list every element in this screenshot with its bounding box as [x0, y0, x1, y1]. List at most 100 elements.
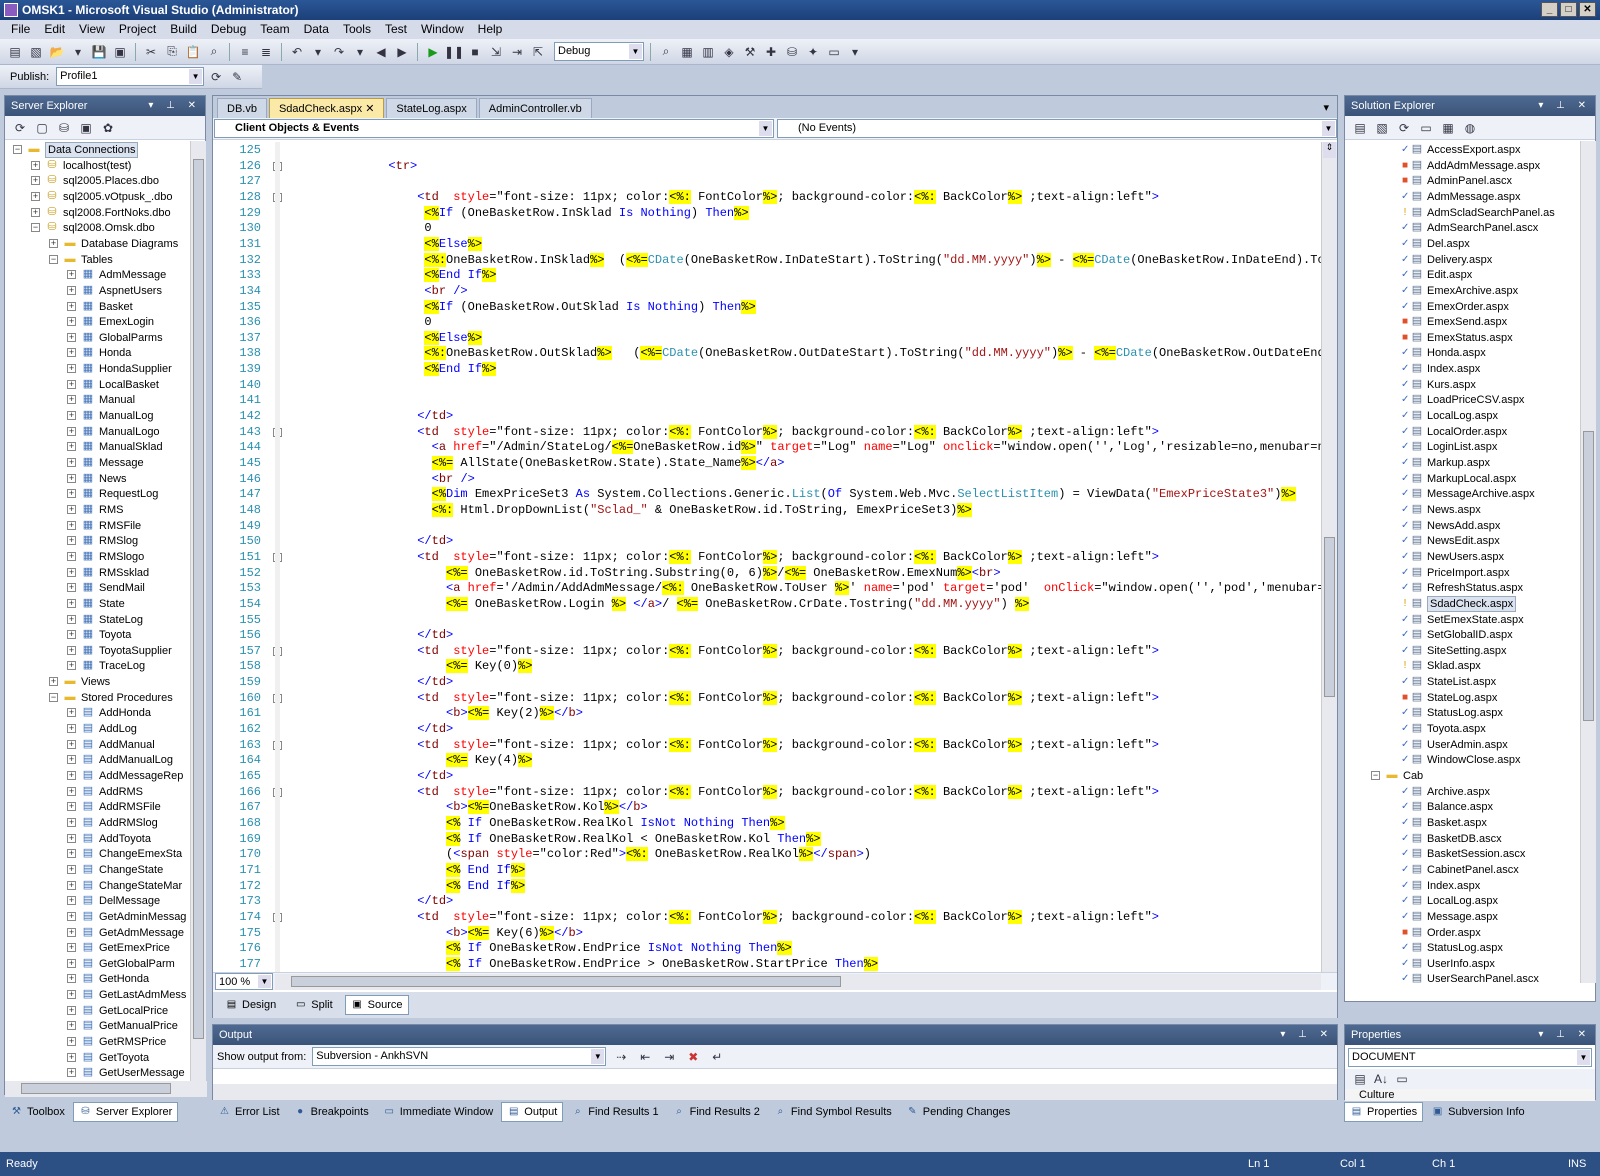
solution-item[interactable]: ✓ ▤ LocalLog.aspx: [1345, 893, 1579, 909]
expand-collapse-icon[interactable]: +: [67, 442, 76, 452]
tree-item[interactable]: + ▦ RMSFile: [5, 518, 191, 534]
tree-item[interactable]: + ▦ ManualSklad: [5, 439, 191, 455]
expand-collapse-icon[interactable]: +: [67, 755, 76, 765]
menu-file[interactable]: File: [4, 20, 37, 39]
expand-collapse-icon[interactable]: +: [67, 395, 76, 405]
tree-item[interactable]: + ▦ Honda: [5, 345, 191, 361]
solution-item[interactable]: ✓ ▤ NewsEdit.aspx: [1345, 533, 1579, 549]
tree-item[interactable]: + ▦ TraceLog: [5, 658, 191, 674]
step-out-icon[interactable]: ⇱: [529, 43, 547, 61]
expand-collapse-icon[interactable]: +: [67, 724, 76, 734]
tree-item[interactable]: + ⛁ localhost(test): [5, 158, 191, 174]
expand-collapse-icon[interactable]: +: [67, 786, 76, 796]
solution-item[interactable]: ✓ ▤ SiteSetting.aspx: [1345, 643, 1579, 659]
panel-pin-close-icons[interactable]: ▾ ⊥ ✕: [148, 96, 201, 116]
pause-icon[interactable]: ❚❚: [444, 43, 464, 61]
solution-item[interactable]: ✓ ▤ LocalLog.aspx: [1345, 408, 1579, 424]
solution-item[interactable]: ✓ ▤ Archive.aspx: [1345, 784, 1579, 800]
solution-explorer-icon[interactable]: ▦: [678, 43, 696, 61]
code-vertical-scrollbar[interactable]: ⇕: [1321, 142, 1337, 972]
expand-collapse-icon[interactable]: +: [67, 880, 76, 890]
find-icon[interactable]: ⌕: [205, 43, 223, 61]
solution-item[interactable]: ✓ ▤ EmexOrder.aspx: [1345, 299, 1579, 315]
expand-collapse-icon[interactable]: +: [67, 551, 76, 561]
tree-item[interactable]: + ⛁ sql2005.vOtpusk_.dbo: [5, 189, 191, 205]
go-to-location-icon[interactable]: ⇢: [612, 1048, 630, 1066]
expand-collapse-icon[interactable]: −: [1371, 771, 1380, 780]
tree-item[interactable]: + ▦ HondaSupplier: [5, 361, 191, 377]
expand-collapse-icon[interactable]: +: [67, 458, 76, 467]
menu-debug[interactable]: Debug: [204, 20, 253, 39]
solution-item[interactable]: ✓ ▤ WindowClose.aspx: [1345, 752, 1579, 768]
expand-collapse-icon[interactable]: +: [31, 176, 40, 186]
expand-collapse-icon[interactable]: +: [67, 614, 76, 624]
tree-item[interactable]: + ⛁ sql2008.FortNoks.dbo: [5, 205, 191, 221]
expand-collapse-icon[interactable]: +: [67, 974, 76, 984]
tree-item[interactable]: + ▬ Database Diagrams: [5, 236, 191, 252]
solution-item[interactable]: ✓ ▤ Del.aspx: [1345, 236, 1579, 252]
expand-collapse-icon[interactable]: +: [67, 1005, 76, 1015]
open-file-icon[interactable]: 📂: [48, 43, 66, 61]
expand-collapse-icon[interactable]: −: [31, 223, 40, 233]
find-in-files-icon[interactable]: ⌕: [657, 43, 675, 61]
alphabetical-icon[interactable]: A↓: [1372, 1070, 1390, 1088]
object-browser-icon[interactable]: ◈: [720, 43, 738, 61]
solution-item[interactable]: ✓ ▤ MessageArchive.aspx: [1345, 486, 1579, 502]
save-all-icon[interactable]: ▣: [111, 43, 129, 61]
toolbar-options-icon[interactable]: ▾: [846, 43, 864, 61]
start-debugging-icon[interactable]: ▶: [424, 43, 442, 61]
menu-help[interactable]: Help: [471, 20, 510, 39]
expand-collapse-icon[interactable]: +: [67, 598, 76, 608]
expand-collapse-icon[interactable]: +: [67, 520, 76, 530]
clear-all-icon[interactable]: ✖: [684, 1048, 702, 1066]
previous-message-icon[interactable]: ⇤: [636, 1048, 654, 1066]
menu-data[interactable]: Data: [297, 20, 336, 39]
expand-collapse-icon[interactable]: +: [31, 207, 40, 217]
tree-item[interactable]: + ▦ RMS: [5, 502, 191, 518]
solution-item[interactable]: ✓ ▤ StateList.aspx: [1345, 674, 1579, 690]
solution-item[interactable]: ✓ ▤ CabinetPanel.ascx: [1345, 862, 1579, 878]
document-tab[interactable]: DB.vb: [217, 98, 267, 118]
menu-window[interactable]: Window: [414, 20, 471, 39]
property-pages-icon[interactable]: ▭: [1393, 1070, 1411, 1088]
property-row-culture[interactable]: Culture: [1345, 1089, 1595, 1101]
tree-item[interactable]: + ▤ GetLocalPrice: [5, 1003, 191, 1019]
expand-collapse-icon[interactable]: +: [67, 317, 76, 327]
solution-item[interactable]: ✓ ▤ UserAdmin.aspx: [1345, 737, 1579, 753]
tree-item[interactable]: − ▬ Tables: [5, 252, 191, 268]
solution-item[interactable]: ! ▤ AdmScladSearchPanel.as: [1345, 205, 1579, 221]
step-into-icon[interactable]: ⇲: [487, 43, 505, 61]
solution-item[interactable]: ✓ ▤ Toyota.aspx: [1345, 721, 1579, 737]
solution-item[interactable]: ✓ ▤ SetGlobalID.aspx: [1345, 627, 1579, 643]
tool-tab-find-results-2[interactable]: ⌕ Find Results 2: [667, 1102, 766, 1122]
solution-item[interactable]: ✓ ▤ StatusLog.aspx: [1345, 705, 1579, 721]
panel-pin-close-icons[interactable]: ▾ ⊥ ✕: [1538, 96, 1591, 116]
refresh-icon[interactable]: ⟳: [1395, 119, 1413, 137]
tool-tab-output[interactable]: ▤ Output: [501, 1102, 564, 1122]
tree-item[interactable]: + ▤ DelMessage: [5, 893, 191, 909]
tree-item[interactable]: + ▦ News: [5, 471, 191, 487]
show-all-files-icon[interactable]: ▧: [1373, 119, 1391, 137]
menu-test[interactable]: Test: [378, 20, 414, 39]
undo-dropdown-icon[interactable]: ▾: [309, 43, 327, 61]
solution-item[interactable]: − ▬ Cab: [1345, 768, 1579, 784]
tree-item[interactable]: + ▦ EmexLogin: [5, 314, 191, 330]
solution-item[interactable]: ✓ ▤ Index.aspx: [1345, 361, 1579, 377]
tree-item[interactable]: + ▤ ChangeStateMar: [5, 878, 191, 894]
tree-item[interactable]: + ▤ AddLog: [5, 721, 191, 737]
solution-item[interactable]: ■ ▤ AddAdmMessage.aspx: [1345, 158, 1579, 174]
solution-item[interactable]: ✓ ▤ AccessExport.aspx: [1345, 142, 1579, 158]
tree-item[interactable]: + ▤ GetAdmMessage: [5, 925, 191, 941]
word-wrap-icon[interactable]: ↵: [708, 1048, 726, 1066]
connect-database-icon[interactable]: ⛁: [55, 119, 73, 137]
server-explorer-icon[interactable]: ⛁: [783, 43, 801, 61]
tool-tab-properties[interactable]: ▤ Properties: [1344, 1102, 1424, 1122]
tree-item[interactable]: + ▦ Basket: [5, 299, 191, 315]
expand-collapse-icon[interactable]: +: [67, 426, 76, 436]
menu-view[interactable]: View: [72, 20, 112, 39]
expand-collapse-icon[interactable]: +: [67, 348, 76, 358]
minimize-button[interactable]: _: [1541, 2, 1558, 17]
tree-item[interactable]: + ▦ StateLog: [5, 612, 191, 628]
view-tab-split[interactable]: ▭ Split: [288, 995, 338, 1015]
expand-collapse-icon[interactable]: −: [49, 254, 58, 264]
